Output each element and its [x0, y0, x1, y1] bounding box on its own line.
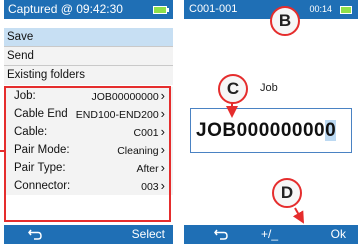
callout-d: D — [272, 178, 302, 208]
callout-c: C — [218, 74, 248, 104]
callout-d-arrow — [292, 207, 304, 224]
callout-b: B — [270, 6, 300, 36]
callout-arrows — [226, 100, 304, 224]
